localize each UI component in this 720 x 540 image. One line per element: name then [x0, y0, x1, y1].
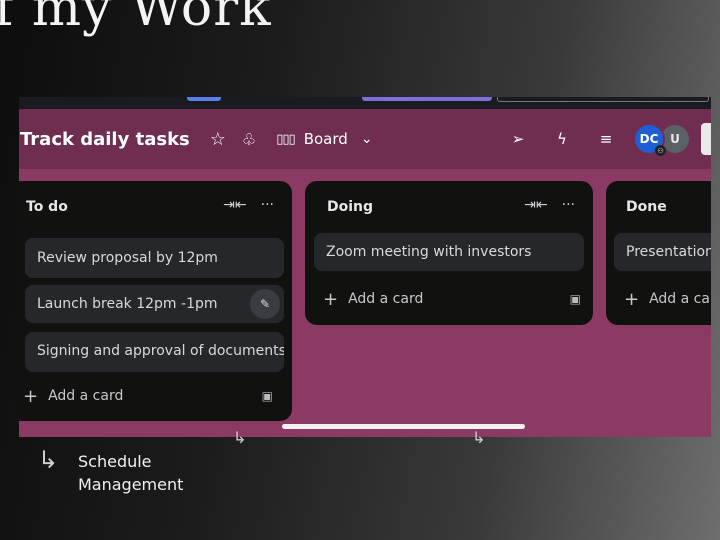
- people-icon[interactable]: ♧: [242, 130, 256, 149]
- hero-title: f my Work: [0, 0, 272, 38]
- tab-indicator[interactable]: [362, 97, 492, 101]
- card-title: Launch break 12pm -1pm: [37, 296, 218, 312]
- view-label: Board: [303, 130, 348, 148]
- address-bar-edge[interactable]: [497, 97, 709, 102]
- list-doing: Doing ⇥⇤ ··· Zoom meeting with investors…: [305, 181, 593, 325]
- star-icon[interactable]: ☆: [210, 129, 226, 150]
- list-header: Doing ⇥⇤ ···: [305, 181, 593, 233]
- bolt-icon[interactable]: ϟ: [547, 130, 577, 148]
- board-header: Track daily tasks ☆ ♧ ▯▯▯ Board ⌄ ➢ ϟ ≡ …: [19, 109, 711, 169]
- list-header: Done: [606, 181, 711, 233]
- plus-icon: +: [323, 288, 339, 310]
- card[interactable]: Zoom meeting with investors: [314, 233, 584, 271]
- template-icon[interactable]: ▣: [570, 292, 581, 306]
- share-button[interactable]: [701, 123, 711, 155]
- caption-line: Schedule: [78, 452, 152, 471]
- arrow-icon: ↳: [233, 428, 247, 447]
- edit-icon[interactable]: ✎: [250, 289, 280, 319]
- view-switcher[interactable]: ▯▯▯ Board ⌄: [276, 130, 372, 148]
- home-indicator: [282, 424, 525, 429]
- add-card-button[interactable]: + Add a card ▣: [23, 381, 283, 411]
- card[interactable]: Signing and approval of documents: [25, 332, 284, 372]
- list-title[interactable]: Doing: [327, 199, 373, 215]
- card-title: Zoom meeting with investors: [326, 244, 532, 260]
- add-card-label: Add a card: [348, 291, 424, 307]
- chevron-down-icon: ⌄: [360, 131, 373, 147]
- avatar-initials: U: [670, 132, 680, 146]
- list-done: Done Presentation + Add a card: [606, 181, 711, 325]
- arrow-icon: ↳: [472, 428, 486, 447]
- caption-line: Management: [78, 475, 184, 494]
- add-card-label: Add a card: [649, 291, 711, 307]
- template-icon[interactable]: ▣: [262, 389, 273, 403]
- avatar[interactable]: DC ⚇: [633, 123, 666, 156]
- collapse-icon[interactable]: ⇥⇤: [223, 197, 246, 213]
- list-actions: ⇥⇤ ···: [223, 197, 274, 213]
- add-card-button[interactable]: + Add a card: [624, 284, 711, 314]
- card-title: Presentation: [626, 244, 711, 260]
- list-todo: To do ⇥⇤ ··· Review proposal by 12pm Lau…: [19, 181, 292, 421]
- browser-tab-strip: [19, 97, 711, 109]
- add-card-button[interactable]: + Add a card ▣: [323, 284, 581, 314]
- caption: Schedule Management: [78, 450, 183, 496]
- more-icon[interactable]: ···: [562, 197, 575, 213]
- board-screenshot: Track daily tasks ☆ ♧ ▯▯▯ Board ⌄ ➢ ϟ ≡ …: [19, 97, 711, 437]
- tab-indicator[interactable]: [187, 97, 221, 101]
- workspace-badge-icon: ⚇: [655, 145, 666, 156]
- arrow-icon: ↳: [38, 446, 59, 474]
- more-icon[interactable]: ···: [261, 197, 274, 213]
- list-header: To do ⇥⇤ ···: [19, 181, 292, 233]
- list-title[interactable]: Done: [626, 199, 667, 215]
- send-icon[interactable]: ➢: [503, 130, 533, 148]
- card[interactable]: Launch break 12pm -1pm ✎: [25, 285, 284, 323]
- plus-icon: +: [624, 288, 640, 310]
- collapse-icon[interactable]: ⇥⇤: [524, 197, 547, 213]
- card-title: Review proposal by 12pm: [37, 250, 218, 266]
- board-view-icon: ▯▯▯: [276, 131, 295, 147]
- card[interactable]: Review proposal by 12pm: [25, 238, 284, 278]
- plus-icon: +: [23, 385, 39, 407]
- filter-icon[interactable]: ≡: [591, 130, 621, 148]
- avatar-initials: DC: [639, 132, 659, 146]
- header-actions: ➢ ϟ ≡ DC ⚇ U: [489, 109, 711, 169]
- card-title: Signing and approval of documents: [37, 343, 284, 359]
- add-card-label: Add a card: [48, 388, 124, 404]
- list-title[interactable]: To do: [26, 199, 68, 215]
- card[interactable]: Presentation: [614, 233, 711, 271]
- list-actions: ⇥⇤ ···: [524, 197, 575, 213]
- board-title[interactable]: Track daily tasks: [20, 129, 190, 150]
